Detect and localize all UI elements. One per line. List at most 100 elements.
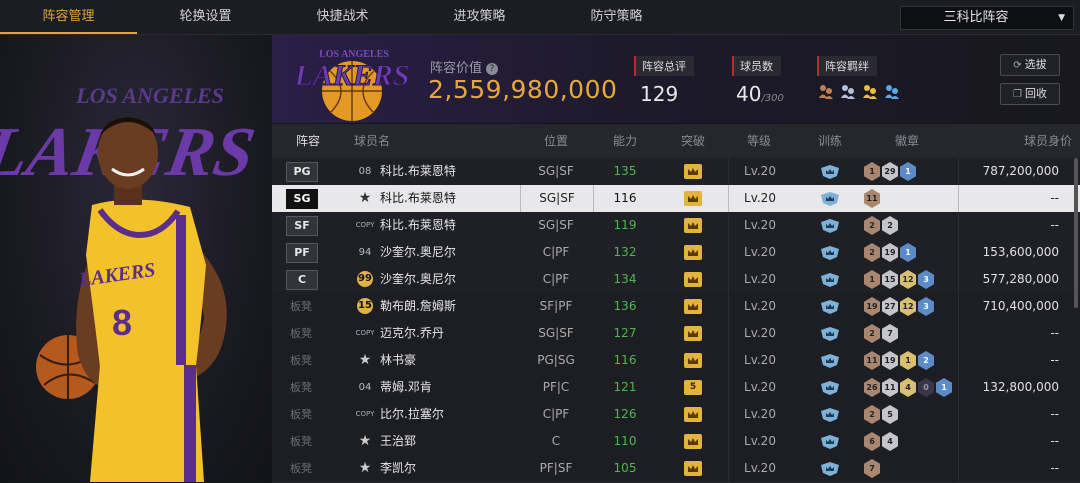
jersey-number: 99 xyxy=(357,271,373,287)
badge-list[interactable]: 1 29 1 xyxy=(864,162,916,181)
header-ability[interactable]: 能力 xyxy=(592,124,658,158)
badge-icon: 11 xyxy=(864,189,880,208)
player-name[interactable]: 蒂姆.邓肯 xyxy=(380,374,432,401)
crown-shield-icon[interactable] xyxy=(820,272,840,287)
slot-badge[interactable]: SG xyxy=(286,189,318,209)
crown-shield-icon[interactable] xyxy=(820,434,840,449)
player-name[interactable]: 林书豪 xyxy=(380,347,416,374)
tab-quick-tactics[interactable]: 快捷战术 xyxy=(274,0,411,32)
tab-defense-strategy[interactable]: 防守策略 xyxy=(548,0,685,32)
crown-icon[interactable] xyxy=(684,434,702,449)
tab-lineup-management[interactable]: 阵容管理 xyxy=(0,0,137,34)
breakthrough-badge[interactable]: 5 xyxy=(684,380,702,395)
table-row[interactable]: 板凳 15 勒布朗.詹姆斯 SF|PF 136 Lv.20 19 27 12 3 710,400,0… xyxy=(272,293,1080,321)
header-badges[interactable]: 徽章 xyxy=(862,124,952,158)
player-name[interactable]: 王治郅 xyxy=(380,428,416,455)
crown-icon[interactable] xyxy=(684,191,702,206)
crown-icon[interactable] xyxy=(684,272,702,287)
crown-shield-icon[interactable] xyxy=(820,407,840,422)
badge-list[interactable]: 27 xyxy=(864,324,898,343)
header-salary[interactable]: 球员身价 xyxy=(972,124,1078,158)
table-row[interactable]: 板凳 ★ 林书豪 PG|SG 116 Lv.20 11 19 1 2 -- xyxy=(272,347,1080,375)
header-training[interactable]: 训练 xyxy=(804,124,856,158)
crown-icon[interactable] xyxy=(684,407,702,422)
player-name[interactable]: 比尔.拉塞尔 xyxy=(380,401,444,428)
crown-icon[interactable] xyxy=(684,326,702,341)
player-name[interactable]: 科比.布莱恩特 xyxy=(380,158,456,185)
player-name[interactable]: 沙奎尔.奥尼尔 xyxy=(380,266,456,293)
table-row[interactable]: SF COPY 科比.布莱恩特 SG|SF 119 Lv.20 2 2 -- xyxy=(272,212,1080,240)
slot-bench-label[interactable]: 板凳 xyxy=(286,347,316,374)
crown-icon[interactable] xyxy=(684,164,702,179)
bond-blue-icon[interactable] xyxy=(883,82,901,100)
bond-bronze-icon[interactable] xyxy=(817,82,835,100)
crown-icon[interactable] xyxy=(684,245,702,260)
table-row[interactable]: 板凳 ★ 王治郅 C 110 Lv.20 6 4 -- xyxy=(272,428,1080,456)
crown-shield-icon[interactable] xyxy=(820,299,840,314)
players-max: /300 xyxy=(761,93,784,104)
slot-badge[interactable]: C xyxy=(286,270,318,290)
player-name[interactable]: 科比.布莱恩特 xyxy=(380,212,456,239)
lineup-select[interactable]: 三科比阵容 ▼ xyxy=(900,6,1074,30)
player-name[interactable]: 迈克尔.乔丹 xyxy=(380,320,444,347)
badge-list[interactable]: 26 11 4 0 1 xyxy=(864,378,952,397)
table-row[interactable]: 板凳 04 蒂姆.邓肯 PF|C 121 5 Lv.20 26 11 4 0 1 132,800,000 xyxy=(272,374,1080,402)
header-breakthrough[interactable]: 突破 xyxy=(660,124,726,158)
badge-list[interactable]: 64 xyxy=(864,432,898,451)
table-row[interactable]: PG 08 科比.布莱恩特 SG|SF 135 Lv.20 1 29 1 787,200,000 xyxy=(272,158,1080,186)
player-name[interactable]: 科比.布莱恩特 xyxy=(380,185,456,212)
crown-icon[interactable] xyxy=(684,218,702,233)
crown-shield-icon[interactable] xyxy=(820,326,840,341)
header-position[interactable]: 位置 xyxy=(520,124,592,158)
player-position: PG|SG xyxy=(537,353,575,367)
slot-badge[interactable]: SF xyxy=(286,216,318,236)
slot-bench-label[interactable]: 板凳 xyxy=(286,374,316,401)
slot-bench-label[interactable]: 板凳 xyxy=(286,293,316,320)
badge-list[interactable]: 11 19 1 2 xyxy=(864,351,934,370)
badge-list[interactable]: 25 xyxy=(864,405,898,424)
badge-list[interactable]: 19 27 12 3 xyxy=(864,297,934,316)
pick-button[interactable]: ⟳ 选拔 xyxy=(1000,54,1060,76)
header-name[interactable]: 球员名 xyxy=(354,124,414,158)
scrollbar[interactable] xyxy=(1074,158,1078,308)
crown-shield-icon[interactable] xyxy=(820,218,840,233)
header-level[interactable]: 等级 xyxy=(728,124,790,158)
badge-list[interactable]: 7 xyxy=(864,459,880,478)
player-name[interactable]: 勒布朗.詹姆斯 xyxy=(380,293,456,320)
tab-rotation-settings[interactable]: 轮换设置 xyxy=(137,0,274,32)
slot-bench-label[interactable]: 板凳 xyxy=(286,320,316,347)
bond-gold-icon[interactable] xyxy=(861,82,879,100)
badge-list[interactable]: 2 19 1 xyxy=(864,243,916,262)
table-row[interactable]: 板凳 COPY 迈克尔.乔丹 SG|SF 127 Lv.20 2 7 -- xyxy=(272,320,1080,348)
crown-shield-icon[interactable] xyxy=(820,380,840,395)
slot-bench-label[interactable]: 板凳 xyxy=(286,428,316,455)
player-name[interactable]: 沙奎尔.奥尼尔 xyxy=(380,239,456,266)
crown-icon[interactable] xyxy=(684,299,702,314)
crown-shield-icon[interactable] xyxy=(820,191,840,206)
player-ability: 132 xyxy=(613,245,637,259)
table-row[interactable]: PF 94 沙奎尔.奥尼尔 C|PF 132 Lv.20 2 19 1 153,600,000 xyxy=(272,239,1080,267)
badge-list[interactable]: 22 xyxy=(864,216,898,235)
crown-icon[interactable] xyxy=(684,461,702,476)
table-row[interactable]: SG ★ 科比.布莱恩特 SG|SF 116 Lv.20 11 -- xyxy=(272,185,1080,213)
crown-shield-icon[interactable] xyxy=(820,353,840,368)
slot-badge[interactable]: PG xyxy=(286,162,318,182)
bond-silver-icon[interactable] xyxy=(839,82,857,100)
slot-bench-label[interactable]: 板凳 xyxy=(286,455,316,482)
return-button[interactable]: ❐ 回收 xyxy=(1000,83,1060,105)
slot-badge[interactable]: PF xyxy=(286,243,318,263)
header-slot[interactable]: 阵容 xyxy=(286,124,330,158)
table-row[interactable]: 板凳 ★ 李凯尔 PF|SF 105 Lv.20 7 -- xyxy=(272,455,1080,483)
badge-list[interactable]: 11 xyxy=(864,189,880,208)
badge-list[interactable]: 1 15 12 3 xyxy=(864,270,934,289)
slot-bench-label[interactable]: 板凳 xyxy=(286,401,316,428)
crown-shield-icon[interactable] xyxy=(820,461,840,476)
crown-shield-icon[interactable] xyxy=(820,245,840,260)
crown-icon[interactable] xyxy=(684,353,702,368)
help-icon[interactable]: ? xyxy=(486,63,499,75)
crown-shield-icon[interactable] xyxy=(820,164,840,179)
player-name[interactable]: 李凯尔 xyxy=(380,455,416,482)
table-row[interactable]: 板凳 COPY 比尔.拉塞尔 C|PF 126 Lv.20 2 5 -- xyxy=(272,401,1080,429)
tab-offense-strategy[interactable]: 进攻策略 xyxy=(411,0,548,32)
table-row[interactable]: C 99 沙奎尔.奥尼尔 C|PF 134 Lv.20 1 15 12 3 577,280,000 xyxy=(272,266,1080,294)
